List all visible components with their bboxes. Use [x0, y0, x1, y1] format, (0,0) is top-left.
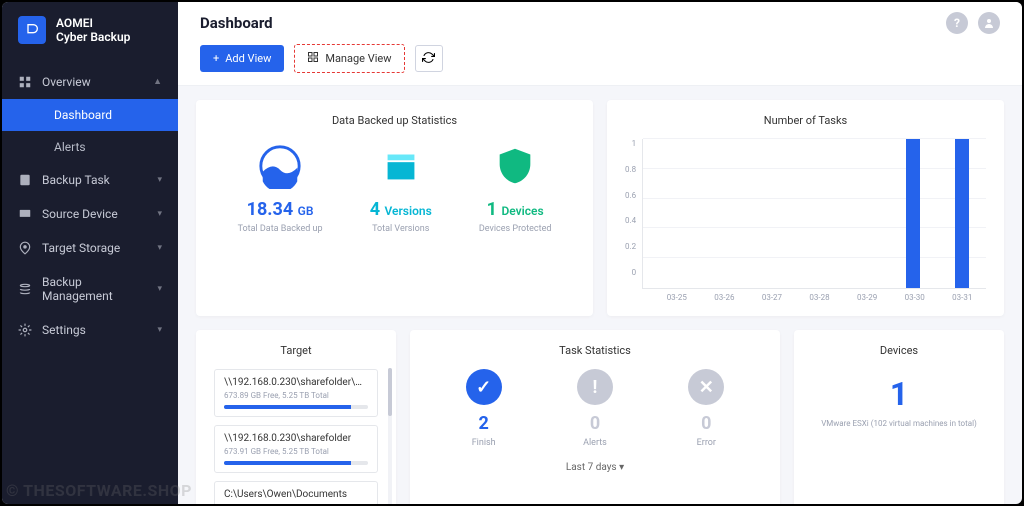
stats-card: Data Backed up Statistics 18.34 GB Total…	[196, 100, 593, 316]
sidebar-item-label: Settings	[42, 323, 86, 337]
target-sub: 673.89 GB Free, 5.25 TB Total	[224, 391, 368, 400]
chevron-down-icon: ▾	[157, 209, 162, 219]
target-path: \\192.168.0.230\sharefolder\B...	[224, 377, 368, 388]
topbar: Dashboard ? + Add View Manage View	[178, 2, 1022, 86]
target-item[interactable]: \\192.168.0.230\sharefolder 673.91 GB Fre…	[214, 425, 378, 473]
target-path: C:\Users\Owen\Documents	[224, 489, 368, 500]
source-device-icon	[18, 207, 32, 221]
data-backed-icon	[257, 143, 303, 189]
user-icon[interactable]	[978, 12, 1000, 34]
sidebar-item-label: Backup Task	[42, 173, 110, 187]
chart-bar	[692, 139, 741, 288]
alert-icon: !	[577, 369, 613, 405]
chevron-down-icon: ▾	[157, 325, 162, 335]
task-stat-finish: ✓ 2 Finish	[466, 369, 502, 448]
sidebar-item-label: Source Device	[42, 207, 118, 221]
chart-bar	[741, 139, 790, 288]
toolbar: + Add View Manage View	[200, 44, 1000, 73]
stat-data-backed: 18.34 GB Total Data Backed up	[238, 139, 323, 234]
manage-view-button[interactable]: Manage View	[294, 44, 404, 73]
plus-icon: +	[213, 52, 219, 65]
target-item[interactable]: C:\Users\Owen\Documents 6.56 GB Free, 50.…	[214, 481, 378, 504]
target-card: Target \\192.168.0.230\sharefolder\B... 6…	[196, 330, 396, 504]
target-path: \\192.168.0.230\sharefolder	[224, 433, 368, 444]
page-title: Dashboard	[200, 14, 273, 32]
card-title: Task Statistics	[428, 344, 762, 357]
task-stat-alert: ! 0 Alerts	[577, 369, 613, 448]
scrollbar[interactable]	[388, 368, 392, 504]
sidebar-item-label: Target Storage	[42, 241, 120, 255]
settings-icon	[18, 323, 32, 337]
brand-line2: Cyber Backup	[56, 30, 130, 44]
stat-devices: 1 Devices Devices Protected	[479, 139, 552, 234]
help-icon[interactable]: ?	[946, 12, 968, 34]
finish-icon: ✓	[466, 369, 502, 405]
chart-bar	[937, 139, 986, 288]
sidebar: AOMEI Cyber Backup Overview ▲ Dashboard …	[2, 2, 178, 504]
chart-bar	[790, 139, 839, 288]
chart-bar	[643, 139, 692, 288]
refresh-button[interactable]	[415, 45, 443, 72]
chart-bar	[839, 139, 888, 288]
chart-y-axis: 10.80.60.40.20	[625, 139, 642, 289]
chevron-up-icon: ▲	[153, 76, 162, 87]
refresh-icon	[422, 51, 435, 67]
devices-count: 1	[812, 375, 986, 413]
versions-icon	[378, 143, 424, 189]
sidebar-item-backup-management[interactable]: Backup Management ▾	[2, 265, 178, 313]
task-stat-label: Alerts	[577, 438, 613, 448]
sidebar-subitem-alerts[interactable]: Alerts	[42, 131, 178, 163]
sidebar-item-source-device[interactable]: Source Device ▾	[2, 197, 178, 231]
task-stat-count: 2	[466, 413, 502, 434]
brand-logo	[18, 16, 46, 44]
nav: Overview ▲ Dashboard Alerts Backup Task …	[2, 59, 178, 504]
card-title: Devices	[812, 344, 986, 357]
chevron-down-icon: ▾	[157, 243, 162, 253]
devices-icon	[492, 143, 538, 189]
task-stat-error: ✕ 0 Error	[688, 369, 724, 448]
chart-plot	[642, 139, 986, 289]
chart-bar	[888, 139, 937, 288]
target-sub: 673.91 GB Free, 5.25 TB Total	[224, 447, 368, 456]
sidebar-item-settings[interactable]: Settings ▾	[2, 313, 178, 347]
task-stat-label: Finish	[466, 438, 502, 448]
sidebar-subitem-dashboard[interactable]: Dashboard	[2, 99, 178, 131]
overview-icon	[18, 75, 32, 89]
backup-task-icon	[18, 173, 32, 187]
chart-card: Number of Tasks 10.80.60.40.20 03-2503-2…	[607, 100, 1004, 316]
task-stats-card: Task Statistics ✓2Finish!0Alerts✕0Error …	[410, 330, 780, 504]
task-stat-label: Error	[688, 438, 724, 448]
sidebar-item-label: Overview	[42, 75, 91, 89]
devices-card: Devices 1 VMware ESXi (102 virtual machi…	[794, 330, 1004, 504]
card-title: Data Backed up Statistics	[214, 114, 575, 127]
error-icon: ✕	[688, 369, 724, 405]
sidebar-item-overview[interactable]: Overview ▲	[2, 65, 178, 99]
target-storage-icon	[18, 241, 32, 255]
card-title: Number of Tasks	[625, 114, 986, 127]
sidebar-item-target-storage[interactable]: Target Storage ▾	[2, 231, 178, 265]
target-item[interactable]: \\192.168.0.230\sharefolder\B... 673.89 G…	[214, 369, 378, 417]
sidebar-item-backup-task[interactable]: Backup Task ▾	[2, 163, 178, 197]
target-sub: 6.56 GB Free, 50.00 GB Total	[224, 503, 368, 504]
add-view-button[interactable]: + Add View	[200, 45, 284, 72]
task-period-dropdown[interactable]: Last 7 days ▾	[428, 462, 762, 473]
sidebar-item-label: Backup Management	[42, 275, 147, 303]
chart-x-axis: 03-2503-2603-2703-2803-2903-3003-31	[653, 293, 986, 302]
chevron-down-icon: ▾	[157, 175, 162, 185]
backup-mgmt-icon	[18, 282, 32, 296]
card-title: Target	[214, 344, 378, 357]
brand-line1: AOMEI	[56, 16, 130, 30]
task-stat-count: 0	[577, 413, 613, 434]
task-stat-count: 0	[688, 413, 724, 434]
main: Dashboard ? + Add View Manage View	[178, 2, 1022, 504]
devices-sub: VMware ESXi (102 virtual machines in tot…	[812, 419, 986, 428]
brand: AOMEI Cyber Backup	[2, 2, 178, 59]
chevron-down-icon: ▾	[157, 284, 162, 294]
chevron-down-icon: ▾	[619, 462, 624, 473]
stat-versions: 4 Versions Total Versions	[370, 139, 432, 234]
manage-icon	[307, 51, 319, 66]
